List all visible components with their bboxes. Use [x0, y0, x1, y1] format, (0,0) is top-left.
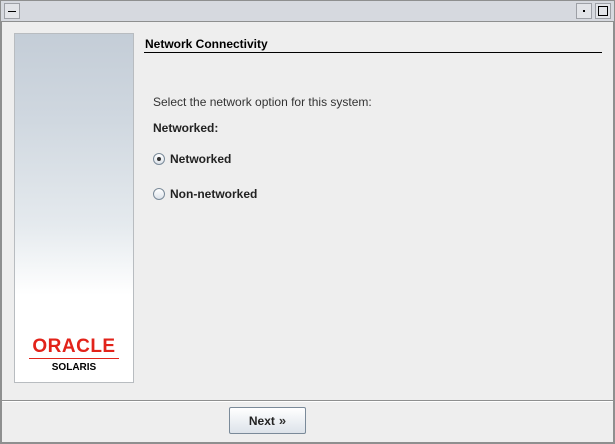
title-divider [144, 52, 602, 53]
page-title: Network Connectivity [145, 37, 268, 51]
radio-option-networked[interactable]: Networked [153, 151, 231, 167]
installer-window: ORACLE SOLARIS Network Connectivity Sele… [0, 0, 615, 444]
minimize-button[interactable] [576, 3, 592, 19]
double-chevron-right-icon: » [278, 413, 287, 428]
radio-button-non-networked[interactable] [153, 188, 165, 200]
solaris-wordmark: SOLARIS [51, 362, 97, 373]
footer-divider-highlight [2, 401, 613, 402]
title-bar[interactable] [0, 0, 615, 22]
instructions-text: Select the network option for this syste… [153, 95, 372, 109]
next-button[interactable]: Next » [229, 407, 306, 434]
side-banner: ORACLE SOLARIS [14, 33, 134, 383]
network-group-label: Networked: [153, 121, 219, 135]
radio-option-non-networked[interactable]: Non-networked [153, 186, 257, 202]
title-bar-drag-area[interactable] [23, 3, 570, 19]
next-button-label: Next [248, 413, 275, 428]
maximize-button[interactable] [595, 3, 611, 19]
window-border-left [0, 22, 2, 444]
window-menu-button[interactable] [4, 3, 20, 19]
radio-label-non-networked[interactable]: Non-networked [170, 187, 257, 201]
radio-button-networked[interactable] [153, 153, 165, 165]
logo-divider [29, 358, 119, 359]
radio-label-networked[interactable]: Networked [170, 152, 231, 166]
oracle-logo: ORACLE [32, 336, 116, 357]
